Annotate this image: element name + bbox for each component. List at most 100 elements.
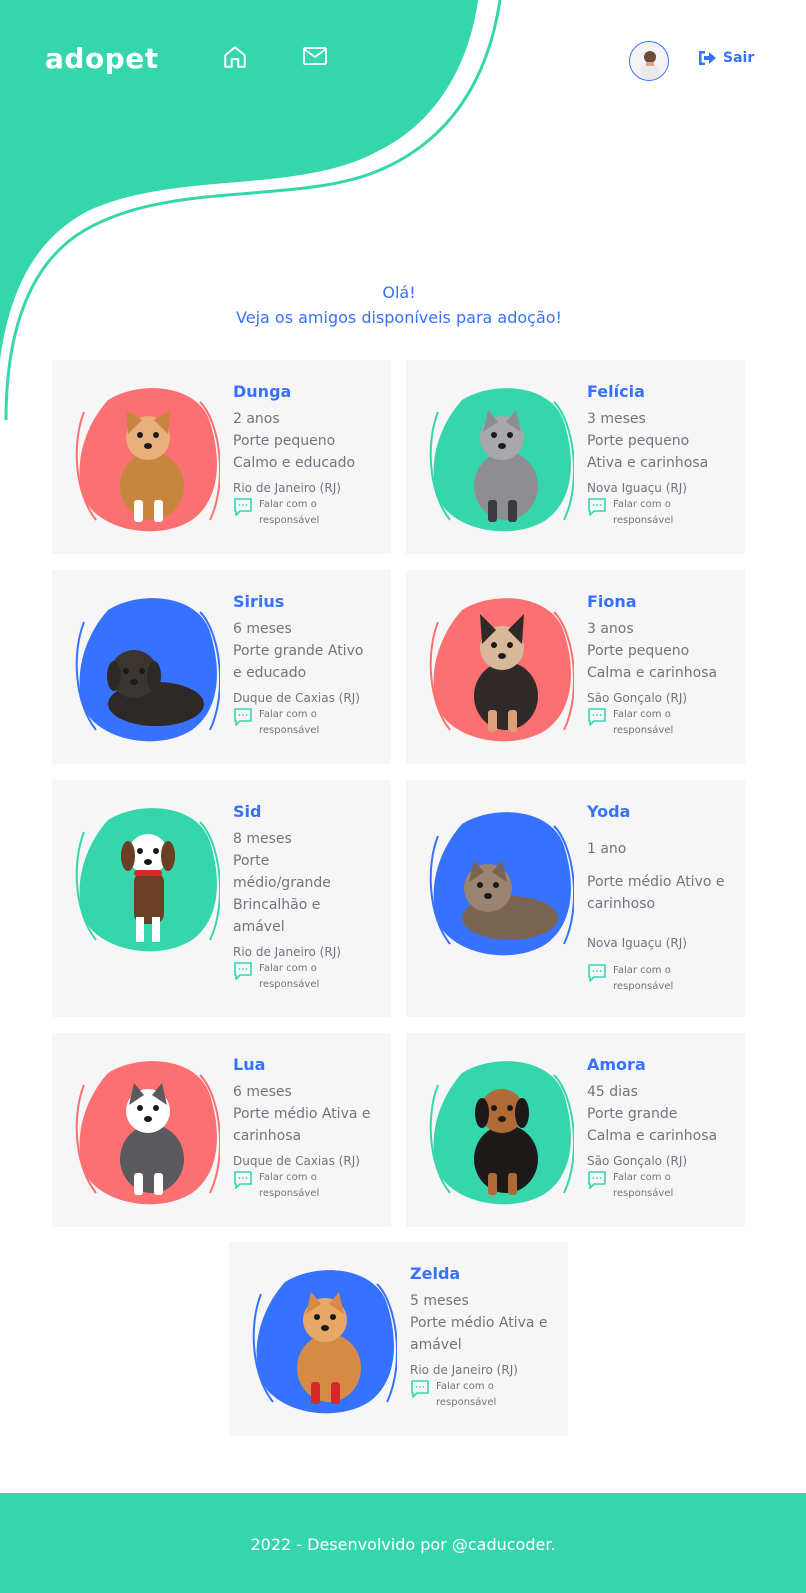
contact-label: Falar com o responsável (613, 1172, 674, 1199)
pet-card[interactable]: Yoda 1 ano Porte médio Ativo e carinhoso… (406, 780, 745, 1017)
logo[interactable]: adopet (45, 42, 159, 75)
pet-name: Amora (587, 1055, 646, 1074)
pet-description: e educado (233, 665, 307, 681)
pet-name: Dunga (233, 382, 292, 401)
pet-city: Nova Iguaçu (RJ) (587, 481, 687, 495)
footer: 2022 - Desenvolvido por @caducoder. (0, 1493, 806, 1593)
contact-label: Falar com o responsável (259, 499, 320, 526)
pet-description: Porte grande (587, 1106, 678, 1122)
pet-age: 45 dias (587, 1084, 638, 1100)
pet-city: Duque de Caxias (RJ) (233, 1154, 360, 1168)
contact-label: Falar com o responsável (613, 965, 674, 992)
pet-age: 1 ano (587, 841, 627, 857)
pet-name: Sirius (233, 592, 285, 611)
contact-link[interactable]: Falar com o responsável (587, 963, 737, 995)
pet-city: Rio de Janeiro (RJ) (410, 1363, 518, 1377)
pet-card[interactable]: Zelda 5 meses Porte médio Ativa e amável… (229, 1242, 568, 1436)
pet-name: Fiona (587, 592, 637, 611)
logout-icon (699, 51, 716, 65)
pet-description: Porte grande Ativo (233, 643, 364, 659)
contact-link[interactable]: Falar com o responsável (587, 497, 737, 529)
contact-link[interactable]: Falar com o responsável (233, 1170, 383, 1202)
pet-name: Felícia (587, 382, 645, 401)
pet-card[interactable]: Dunga 2 anos Porte pequeno Calmo e educa… (52, 360, 391, 554)
pet-description: médio/grande (233, 875, 331, 891)
pet-photo (70, 592, 221, 742)
footer-text: 2022 - Desenvolvido por @caducoder. (250, 1535, 556, 1554)
pet-city: São Gonçalo (RJ) (587, 1154, 688, 1168)
contact-link[interactable]: Falar com o responsável (587, 707, 737, 739)
pet-description: amável (410, 1337, 462, 1353)
pet-photo (70, 382, 221, 532)
intro-subtitle: Veja os amigos disponíveis para adoção! (236, 308, 562, 327)
pet-age: 6 meses (233, 621, 292, 637)
pet-card[interactable]: Fiona 3 anos Porte pequeno Calma e carin… (406, 570, 745, 764)
pet-age: 5 meses (410, 1293, 469, 1309)
chat-icon (233, 497, 253, 521)
pet-card[interactable]: Sirius 6 meses Porte grande Ativo e educ… (52, 570, 391, 764)
pet-photo (424, 592, 575, 742)
pet-description: Porte (233, 853, 270, 869)
pet-photo (247, 1264, 398, 1414)
home-icon[interactable] (222, 44, 248, 70)
pet-city: Duque de Caxias (RJ) (233, 691, 360, 705)
contact-link[interactable]: Falar com o responsável (233, 497, 383, 529)
pet-city: Nova Iguaçu (RJ) (587, 936, 687, 950)
pet-description: Porte médio Ativo e (587, 874, 725, 890)
pet-age: 3 meses (587, 411, 646, 427)
pet-photo (424, 382, 575, 532)
chat-icon (233, 1170, 253, 1194)
contact-link[interactable]: Falar com o responsável (233, 707, 383, 739)
contact-label: Falar com o responsável (259, 709, 320, 736)
pet-city: Rio de Janeiro (RJ) (233, 945, 341, 959)
contact-label: Falar com o responsável (436, 1381, 497, 1408)
pet-city: Rio de Janeiro (RJ) (233, 481, 341, 495)
pet-description: Calma e carinhosa (587, 665, 718, 681)
pet-description: Porte pequeno (233, 433, 336, 449)
contact-label: Falar com o responsável (259, 1172, 320, 1199)
avatar[interactable] (629, 41, 669, 81)
mail-icon[interactable] (302, 44, 328, 70)
pet-name: Yoda (587, 802, 631, 821)
pet-description: Porte pequeno (587, 643, 690, 659)
pet-name: Lua (233, 1055, 266, 1074)
pet-description: amável (233, 919, 285, 935)
pet-description: Porte médio Ativa e (410, 1315, 548, 1331)
chat-icon (587, 1170, 607, 1194)
pet-age: 8 meses (233, 831, 292, 847)
pet-description: carinhosa (233, 1128, 302, 1144)
pet-name: Sid (233, 802, 262, 821)
pet-card[interactable]: Amora 45 dias Porte grande Calma e carin… (406, 1033, 745, 1227)
pet-name: Zelda (410, 1264, 461, 1283)
pet-card[interactable]: Sid 8 meses Porte médio/grande Brincalhã… (52, 780, 391, 1017)
pet-card[interactable]: Felícia 3 meses Porte pequeno Ativa e ca… (406, 360, 745, 554)
contact-label: Falar com o responsável (259, 963, 320, 990)
pet-card[interactable]: Lua 6 meses Porte médio Ativa e carinhos… (52, 1033, 391, 1227)
chat-icon (233, 707, 253, 731)
intro: Olá! Veja os amigos disponíveis para ado… (0, 280, 798, 330)
chat-icon (233, 961, 253, 985)
contact-label: Falar com o responsável (613, 709, 674, 736)
pet-description: Porte médio Ativa e (233, 1106, 371, 1122)
pet-description: Calma e carinhosa (587, 1128, 718, 1144)
chat-icon (410, 1379, 430, 1403)
contact-label: Falar com o responsável (613, 499, 674, 526)
contact-link[interactable]: Falar com o responsável (410, 1379, 560, 1411)
chat-icon (587, 707, 607, 731)
pet-photo (424, 1055, 575, 1205)
pet-description: carinhoso (587, 896, 656, 912)
contact-link[interactable]: Falar com o responsável (233, 961, 383, 993)
pet-city: São Gonçalo (RJ) (587, 691, 688, 705)
header: adopet Sair (0, 0, 806, 120)
pet-photo (424, 806, 575, 956)
greeting: Olá! (382, 283, 416, 302)
pet-description: Porte pequeno (587, 433, 690, 449)
pet-age: 2 anos (233, 411, 280, 427)
logout-button[interactable]: Sair (697, 50, 754, 66)
contact-link[interactable]: Falar com o responsável (587, 1170, 737, 1202)
pet-photo (70, 1055, 221, 1205)
pet-description: Calmo e educado (233, 455, 356, 471)
pet-description: Brincalhão e (233, 897, 321, 913)
pet-age: 6 meses (233, 1084, 292, 1100)
chat-icon (587, 497, 607, 521)
